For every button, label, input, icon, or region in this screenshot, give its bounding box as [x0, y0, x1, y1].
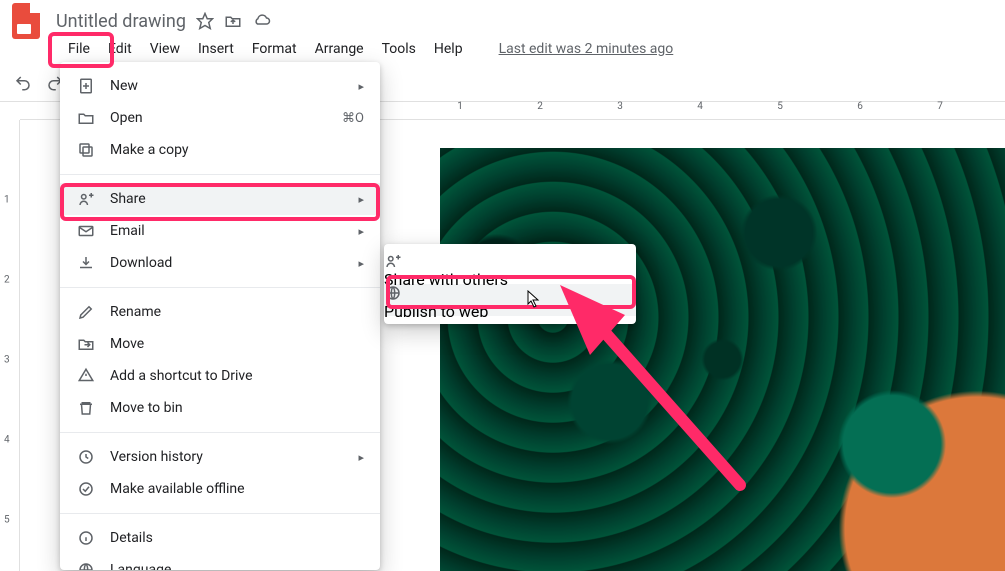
- submenu-publish-label: Publish to web: [384, 302, 488, 321]
- drive-shortcut-icon: [76, 367, 96, 385]
- menu-email[interactable]: Email ▸: [60, 215, 380, 247]
- title-actions: [196, 12, 272, 30]
- ruler-v-label: 5: [4, 515, 10, 526]
- star-icon[interactable]: [196, 12, 214, 30]
- menu-rename-label: Rename: [110, 304, 161, 320]
- folder-icon: [76, 109, 96, 127]
- last-edit-link[interactable]: Last edit was 2 minutes ago: [491, 37, 682, 61]
- menu-help[interactable]: Help: [426, 37, 471, 61]
- download-icon: [76, 254, 96, 272]
- menu-open[interactable]: Open ⌘O: [60, 102, 380, 134]
- ruler-h-label: 2: [537, 101, 543, 112]
- move-to-folder-icon[interactable]: [224, 12, 242, 30]
- submenu-caret-icon: ▸: [358, 193, 364, 206]
- menu-share-label: Share: [110, 191, 146, 207]
- submenu-caret-icon: ▸: [358, 225, 364, 238]
- submenu-share-with-others[interactable]: Share with others: [384, 252, 636, 284]
- share-icon: [384, 252, 636, 270]
- menu-share[interactable]: Share ▸: [60, 183, 380, 215]
- ruler-h-label: 3: [617, 101, 623, 112]
- titlebar: Untitled drawing: [0, 0, 1005, 34]
- menu-add-shortcut-label: Add a shortcut to Drive: [110, 368, 253, 384]
- menu-download[interactable]: Download ▸: [60, 247, 380, 279]
- menu-move-to-bin-label: Move to bin: [110, 400, 183, 416]
- file-menu-dropdown: New ▸ Open ⌘O Make a copy Share ▸ Email …: [60, 62, 380, 570]
- ruler-h-label: 7: [937, 101, 943, 112]
- ruler-vertical: 1 2 3 4 5: [0, 120, 20, 571]
- menu-open-label: Open: [110, 110, 143, 126]
- menu-version-history[interactable]: Version history ▸: [60, 441, 380, 473]
- undo-button[interactable]: [10, 70, 36, 96]
- menu-tools[interactable]: Tools: [374, 37, 424, 61]
- menu-new[interactable]: New ▸: [60, 70, 380, 102]
- menu-insert[interactable]: Insert: [190, 37, 242, 61]
- canvas-image[interactable]: [440, 148, 1005, 571]
- menu-separator: [60, 174, 380, 175]
- email-icon: [76, 222, 96, 240]
- menu-format[interactable]: Format: [244, 37, 305, 61]
- submenu-share-label: Share with others: [384, 270, 508, 289]
- cloud-status-icon[interactable]: [252, 12, 272, 30]
- pencil-icon: [76, 303, 96, 321]
- menu-version-history-label: Version history: [110, 449, 203, 465]
- menu-add-shortcut[interactable]: Add a shortcut to Drive: [60, 360, 380, 392]
- submenu-caret-icon: ▸: [358, 451, 364, 464]
- document-title[interactable]: Untitled drawing: [56, 11, 186, 32]
- history-icon: [76, 448, 96, 466]
- ruler-h-label: 5: [777, 101, 783, 112]
- menu-separator: [60, 513, 380, 514]
- menu-language-label: Language: [110, 562, 171, 570]
- menu-details[interactable]: Details: [60, 522, 380, 554]
- menu-make-copy[interactable]: Make a copy: [60, 134, 380, 166]
- ruler-v-label: 1: [4, 195, 10, 206]
- menu-move-to-bin[interactable]: Move to bin: [60, 392, 380, 424]
- menu-download-label: Download: [110, 255, 172, 271]
- info-icon: [76, 529, 96, 547]
- menu-new-label: New: [110, 78, 138, 94]
- menu-open-shortcut: ⌘O: [342, 111, 364, 126]
- trash-icon: [76, 399, 96, 417]
- ruler-v-label: 2: [4, 275, 10, 286]
- menu-separator: [60, 432, 380, 433]
- menu-rename[interactable]: Rename: [60, 296, 380, 328]
- move-folder-icon: [76, 335, 96, 353]
- menu-move[interactable]: Move: [60, 328, 380, 360]
- menubar: File Edit View Insert Format Arrange Too…: [0, 34, 1005, 64]
- ruler-h-label: 1: [457, 101, 463, 112]
- menu-make-offline-label: Make available offline: [110, 481, 245, 497]
- menu-view[interactable]: View: [142, 37, 188, 61]
- globe-icon: [76, 561, 96, 570]
- share-submenu: Share with others Publish to web: [384, 244, 636, 324]
- ruler-h-label: 4: [697, 101, 703, 112]
- google-drawings-app: Untitled drawing File Edit View Insert F…: [0, 0, 1005, 571]
- menu-arrange[interactable]: Arrange: [307, 37, 372, 61]
- menu-make-offline[interactable]: Make available offline: [60, 473, 380, 505]
- share-icon: [76, 190, 96, 208]
- drawings-app-icon[interactable]: [12, 3, 40, 39]
- menu-language[interactable]: Language: [60, 554, 380, 570]
- ruler-v-label: 3: [4, 355, 10, 366]
- menu-edit[interactable]: Edit: [100, 37, 140, 61]
- menu-move-label: Move: [110, 336, 144, 352]
- menu-make-copy-label: Make a copy: [110, 142, 189, 158]
- menu-details-label: Details: [110, 530, 153, 546]
- submenu-caret-icon: ▸: [358, 80, 364, 93]
- copy-icon: [76, 141, 96, 159]
- menu-file[interactable]: File: [60, 37, 98, 61]
- offline-icon: [76, 480, 96, 498]
- menu-separator: [60, 287, 380, 288]
- ruler-v-label: 4: [4, 435, 10, 446]
- document-icon: [76, 77, 96, 95]
- ruler-h-label: 6: [857, 101, 863, 112]
- menu-email-label: Email: [110, 223, 145, 239]
- forest-image-content: [440, 148, 1005, 571]
- submenu-caret-icon: ▸: [358, 257, 364, 270]
